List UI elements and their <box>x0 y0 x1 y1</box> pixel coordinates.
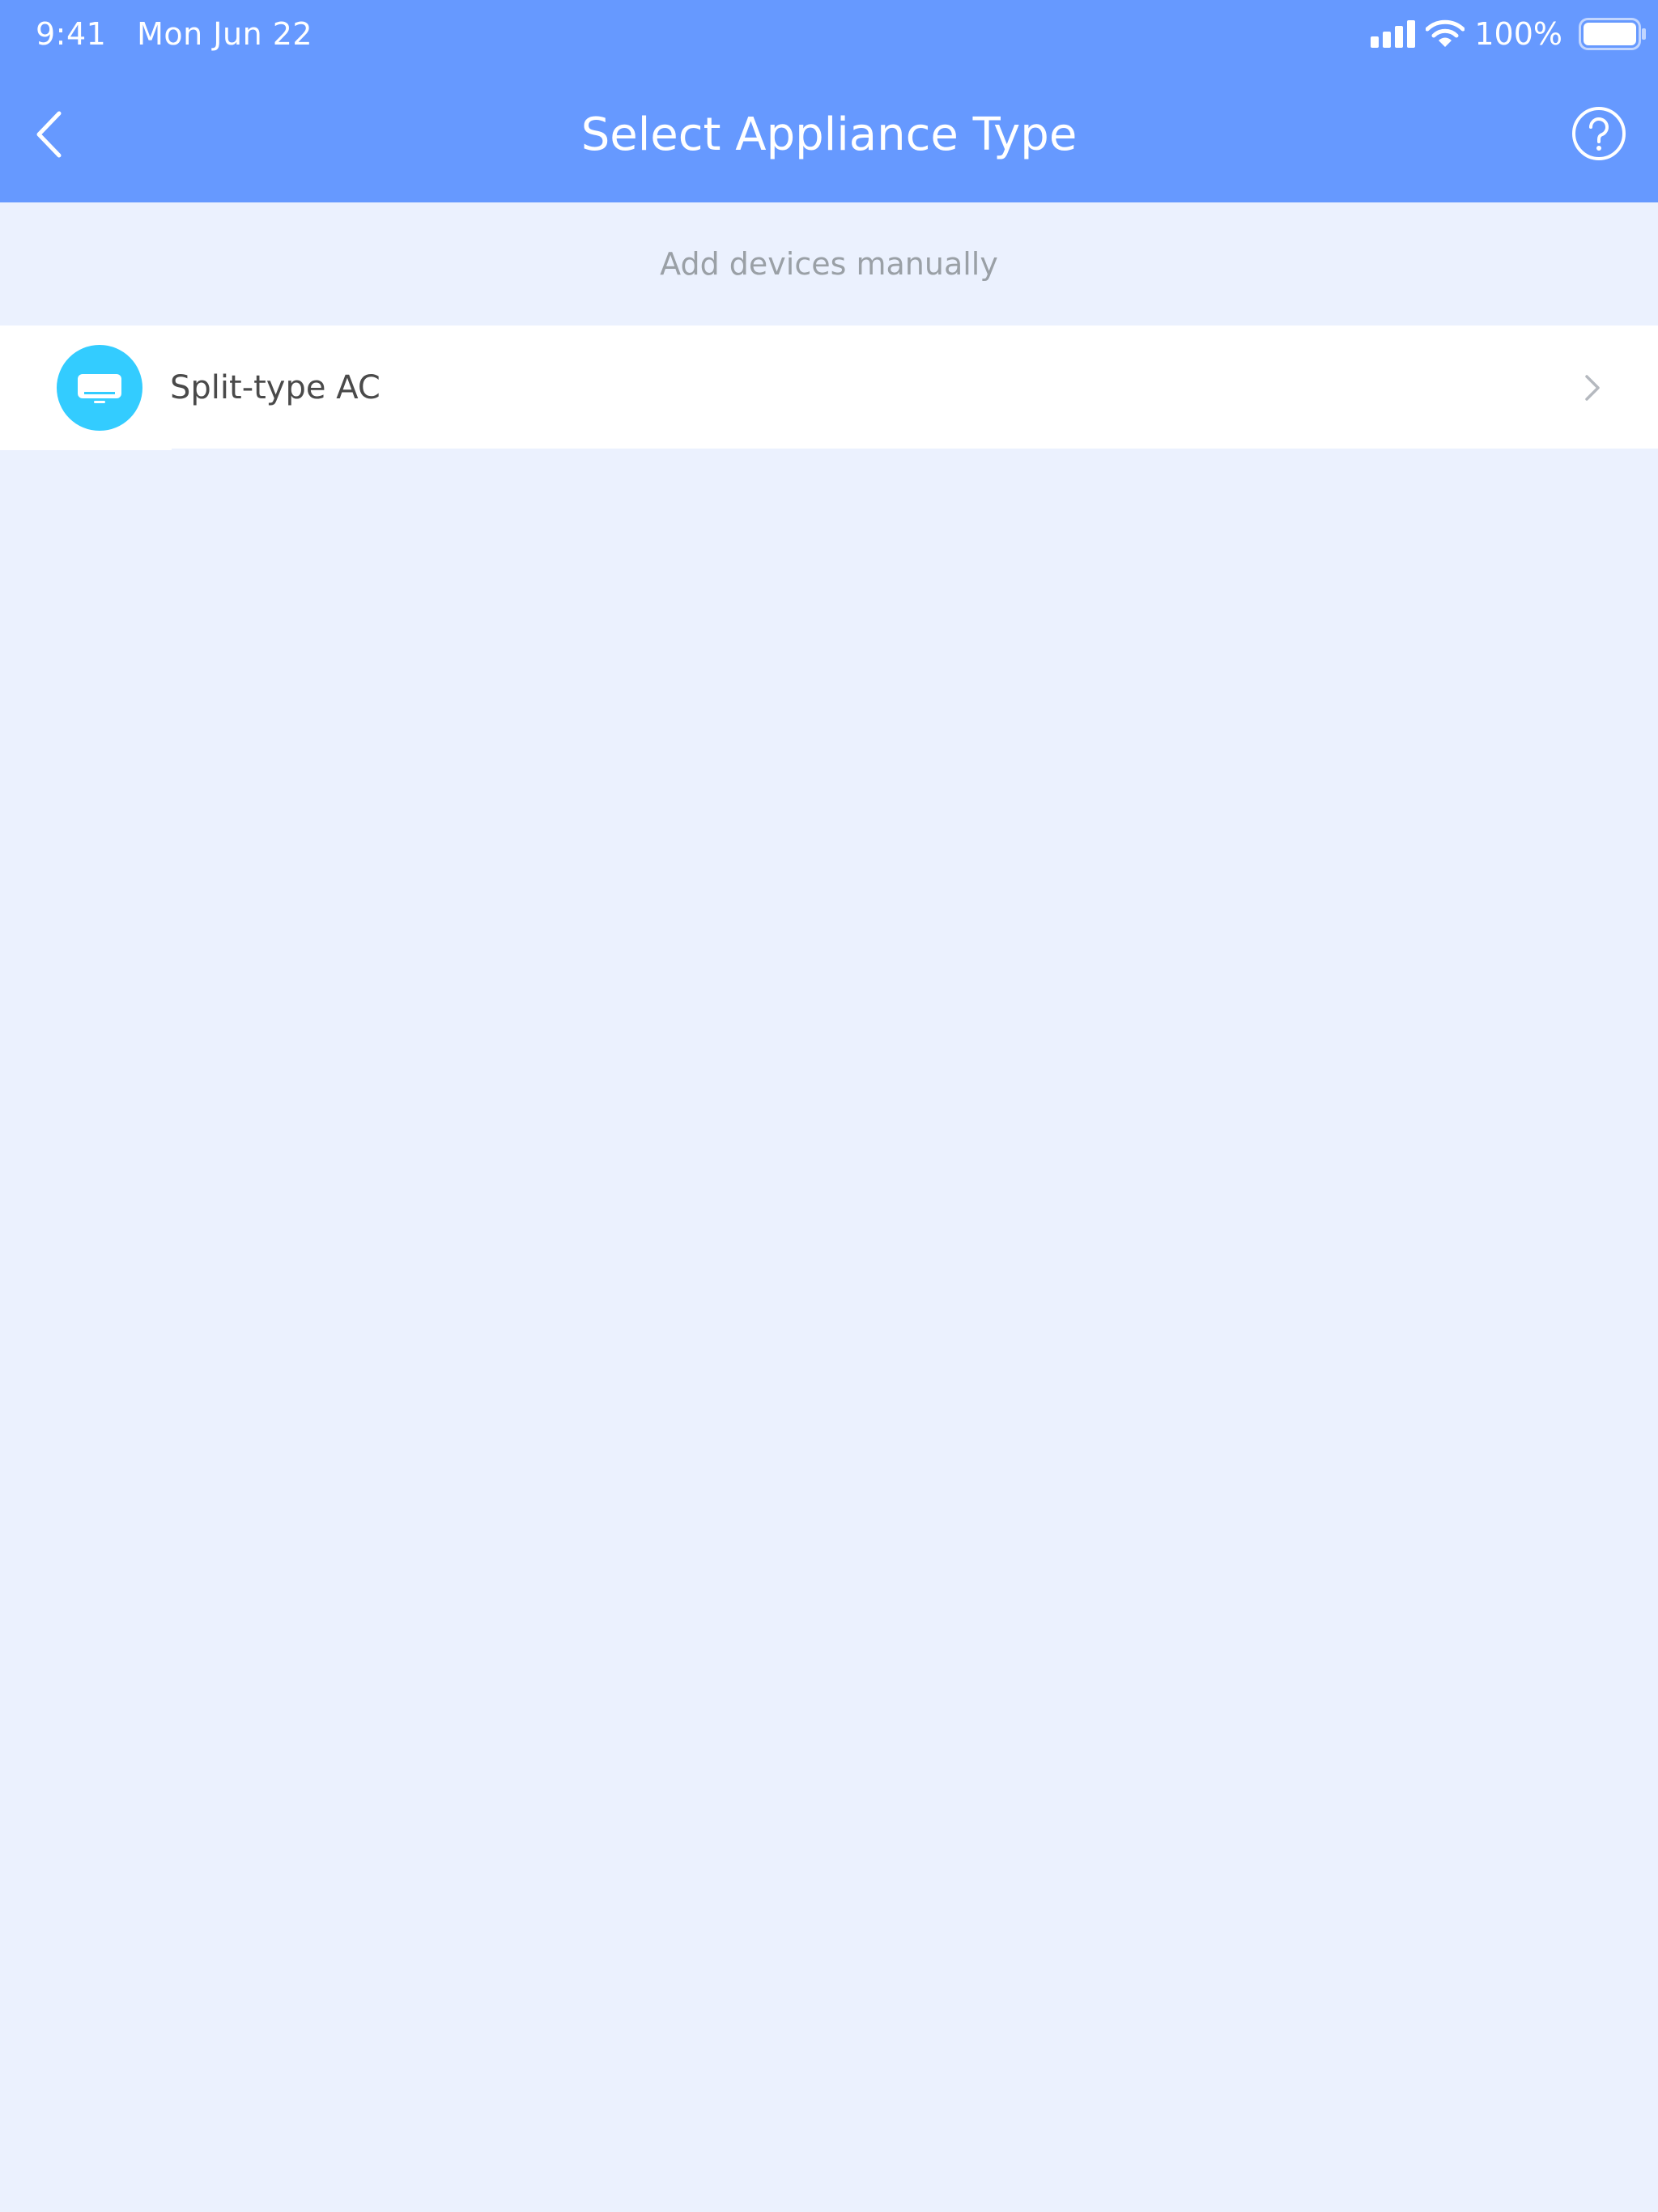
help-button[interactable] <box>1571 105 1627 162</box>
page-title: Select Appliance Type <box>580 108 1078 161</box>
question-circle-icon <box>1572 107 1626 160</box>
section-caption: Add devices manually <box>660 246 998 282</box>
app-header: 9:41 Mon Jun 22 100% Select Appliance Ty… <box>0 0 1658 202</box>
signal-icon <box>1371 20 1416 48</box>
appliance-item-split-type-ac[interactable]: Split-type AC <box>0 325 1658 450</box>
status-time: 9:41 Mon Jun 22 <box>36 15 312 53</box>
chevron-right-icon <box>1584 373 1601 402</box>
battery-icon <box>1579 18 1646 50</box>
list-divider <box>172 449 1658 450</box>
appliance-list: Split-type AC <box>0 325 1658 450</box>
status-indicators: 100% <box>1371 11 1647 57</box>
air-conditioner-icon <box>57 345 142 431</box>
navigation-bar: Select Appliance Type <box>0 68 1658 202</box>
status-date: Mon Jun 22 <box>137 16 313 52</box>
chevron-left-icon <box>36 111 62 158</box>
appliance-item-label: Split-type AC <box>170 369 380 406</box>
status-bar: 9:41 Mon Jun 22 100% <box>0 0 1658 68</box>
wifi-icon <box>1426 19 1465 47</box>
battery-percent: 100% <box>1474 16 1562 52</box>
back-button[interactable] <box>24 104 73 165</box>
status-clock: 9:41 <box>36 16 107 52</box>
